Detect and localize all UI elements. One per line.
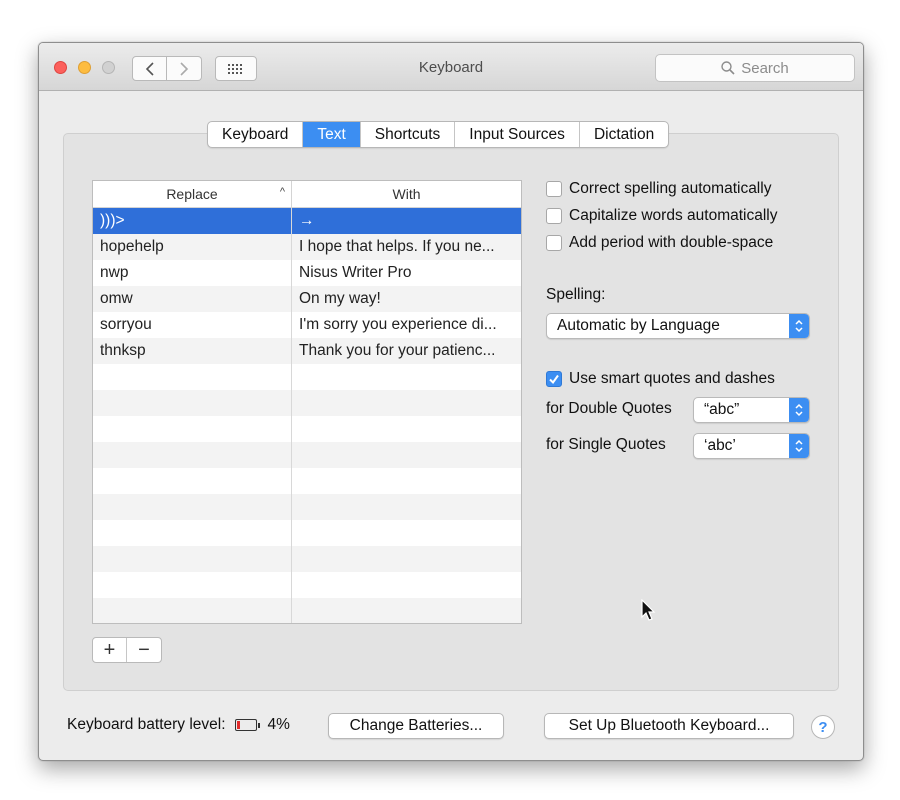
add-button[interactable]: + [93,638,128,662]
column-header-label: With [392,186,421,202]
battery-icon [234,719,260,731]
checkbox-box[interactable] [546,181,562,197]
tab-dictation[interactable]: Dictation [580,122,668,147]
tab-keyboard[interactable]: Keyboard [208,122,304,147]
add-remove-control: + − [92,637,162,663]
table-row[interactable]: )))> → [93,208,521,234]
spelling-popup[interactable]: Automatic by Language [546,313,810,339]
with-cell[interactable]: → [292,208,521,234]
column-header-with[interactable]: With [292,181,521,207]
empty-table-row [93,520,521,546]
battery-percent: 4% [267,716,290,733]
replace-cell[interactable]: sorryou [93,312,292,338]
keyboard-preferences-window: Keyboard Search Keyboard Text Shortcuts … [38,42,864,761]
popup-arrows-icon [789,398,809,422]
column-header-label: Replace [166,186,218,202]
checkbox-label: Capitalize words automatically [569,207,778,224]
popup-arrows-icon [789,434,809,458]
table-body: )))> → hopehelp I hope that helps. If yo… [93,208,521,623]
tab-shortcuts[interactable]: Shortcuts [361,122,456,147]
change-batteries-button[interactable]: Change Batteries... [328,713,504,739]
title-bar: Keyboard Search [39,43,863,91]
column-header-replace[interactable]: Replace ^ [93,181,292,207]
spelling-label: Spelling: [546,286,606,303]
replace-cell[interactable]: hopehelp [93,234,292,260]
empty-table-row [93,572,521,598]
correct-spelling-checkbox[interactable]: Correct spelling automatically [546,180,771,198]
empty-table-row [93,546,521,572]
with-cell[interactable]: Thank you for your patienc... [292,338,521,364]
double-quotes-popup[interactable]: “abc” [693,397,810,423]
replace-cell[interactable]: nwp [93,260,292,286]
sort-ascending-icon: ^ [279,186,285,198]
tab-text[interactable]: Text [303,122,361,147]
replace-cell[interactable]: thnksp [93,338,292,364]
empty-table-row [93,468,521,494]
empty-table-row [93,364,521,390]
double-quotes-label: for Double Quotes [546,400,672,417]
single-quotes-label: for Single Quotes [546,436,666,453]
search-icon [721,61,735,75]
table-row[interactable]: sorryou I'm sorry you experience di... [93,312,521,338]
battery-level-row: Keyboard battery level: 4% [67,716,290,734]
add-period-checkbox[interactable]: Add period with double-space [546,234,773,252]
popup-value: Automatic by Language [557,317,720,334]
with-cell[interactable]: I hope that helps. If you ne... [292,234,521,260]
popup-arrows-icon [789,314,809,338]
empty-table-row [93,416,521,442]
empty-table-row [93,442,521,468]
empty-table-row [93,598,521,623]
help-button[interactable]: ? [811,715,835,739]
replace-cell[interactable]: omw [93,286,292,312]
checkbox-label: Add period with double-space [569,234,774,251]
popup-value: ‘abc’ [704,437,736,454]
checkbox-box[interactable] [546,235,562,251]
tab-input-sources[interactable]: Input Sources [455,122,580,147]
remove-button[interactable]: − [127,638,161,662]
single-quotes-popup[interactable]: ‘abc’ [693,433,810,459]
table-row[interactable]: omw On my way! [93,286,521,312]
empty-table-row [93,390,521,416]
battery-label: Keyboard battery level: [67,716,226,733]
battery-fill [236,721,240,729]
checkmark-icon [549,374,559,385]
search-placeholder: Search [741,59,789,77]
table-header: Replace ^ With [93,181,521,208]
replace-cell[interactable]: )))> [93,208,292,234]
capitalize-words-checkbox[interactable]: Capitalize words automatically [546,207,777,225]
text-replacement-table[interactable]: Replace ^ With )))> → hopehelp I hope th… [92,180,522,624]
table-row[interactable]: hopehelp I hope that helps. If you ne... [93,234,521,260]
with-cell[interactable]: I'm sorry you experience di... [292,312,521,338]
tab-bar: Keyboard Text Shortcuts Input Sources Di… [207,121,670,148]
checkbox-box[interactable] [546,208,562,224]
set-up-bluetooth-keyboard-button[interactable]: Set Up Bluetooth Keyboard... [544,713,794,739]
empty-table-row [93,494,521,520]
search-field[interactable]: Search [655,54,855,82]
mouse-pointer-icon [641,599,656,621]
with-cell[interactable]: On my way! [292,286,521,312]
table-row[interactable]: nwp Nisus Writer Pro [93,260,521,286]
with-cell[interactable]: Nisus Writer Pro [292,260,521,286]
smart-quotes-checkbox[interactable]: Use smart quotes and dashes [546,370,775,388]
checkbox-label: Use smart quotes and dashes [569,370,775,387]
popup-value: “abc” [704,401,740,418]
table-row[interactable]: thnksp Thank you for your patienc... [93,338,521,364]
checkbox-label: Correct spelling automatically [569,180,772,197]
checkbox-box[interactable] [546,371,562,387]
